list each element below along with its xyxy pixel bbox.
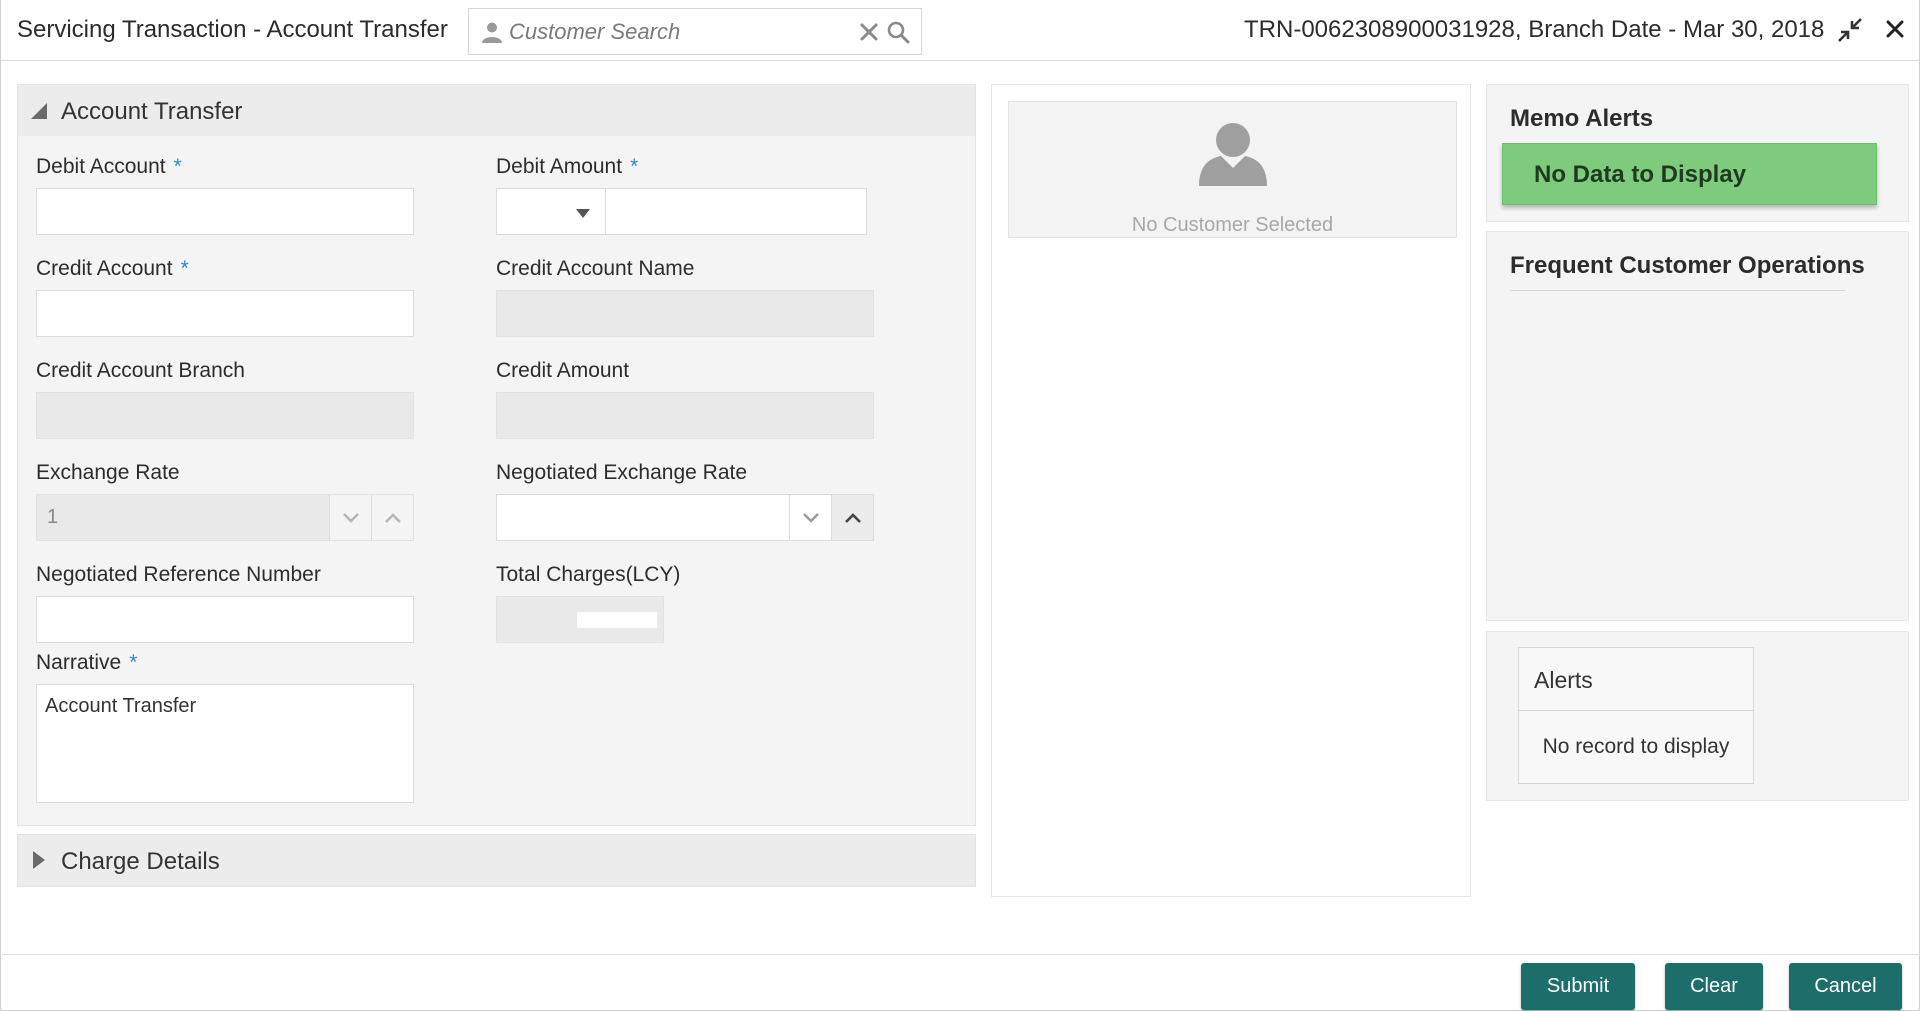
customer-avatar-icon <box>1199 123 1267 186</box>
customer-search-input[interactable] <box>509 17 849 47</box>
credit-amount-label: Credit Amount <box>496 359 630 382</box>
debit-account-label: Debit Account * <box>36 155 182 178</box>
alerts-card: Alerts No record to display <box>1518 647 1754 784</box>
clear-button[interactable]: Clear <box>1665 963 1763 1010</box>
page-title: Servicing Transaction - Account Transfer <box>17 16 448 43</box>
required-marker: * <box>180 257 189 280</box>
negotiated-rate-decrement[interactable] <box>789 495 831 540</box>
frequent-operations-panel: Frequent Customer Operations <box>1486 231 1909 621</box>
close-icon[interactable] <box>1886 20 1904 38</box>
negotiated-exchange-rate-label: Negotiated Exchange Rate <box>496 461 748 484</box>
section-title: Account Transfer <box>61 98 243 125</box>
exchange-rate-increment <box>371 495 413 540</box>
alerts-title: Alerts <box>1534 667 1593 693</box>
debit-account-input[interactable] <box>37 189 413 234</box>
credit-account-field[interactable] <box>36 290 414 337</box>
cancel-button[interactable]: Cancel <box>1789 963 1902 1010</box>
divider <box>1519 710 1753 711</box>
debit-account-field[interactable] <box>36 188 414 235</box>
memo-no-data-banner: No Data to Display <box>1502 143 1877 205</box>
memo-alerts-title: Memo Alerts <box>1510 105 1654 132</box>
credit-account-name-field <box>496 290 874 337</box>
debit-amount-label: Debit Amount * <box>496 155 639 178</box>
search-icon[interactable] <box>886 20 910 44</box>
narrative-label: Narrative * <box>36 651 138 674</box>
chevron-up-icon <box>844 512 861 523</box>
expand-triangle-icon[interactable] <box>33 851 45 869</box>
submit-button[interactable]: Submit <box>1521 963 1635 1010</box>
exchange-rate-label: Exchange Rate <box>36 461 180 484</box>
credit-account-branch-label: Credit Account Branch <box>36 359 245 382</box>
total-charges-field <box>496 596 664 643</box>
negotiated-reference-number-label: Negotiated Reference Number <box>36 563 321 586</box>
customer-search-box[interactable] <box>468 8 922 55</box>
alerts-panel: Alerts No record to display <box>1486 631 1909 801</box>
credit-account-input[interactable] <box>37 291 413 336</box>
exchange-rate-field <box>36 494 414 541</box>
customer-card: No Customer Selected <box>1008 101 1457 238</box>
required-marker: * <box>129 651 138 674</box>
charge-details-title: Charge Details <box>61 848 220 875</box>
credit-amount-input <box>497 393 873 438</box>
total-charges-label: Total Charges(LCY) <box>496 563 681 586</box>
chevron-up-icon <box>384 512 401 523</box>
debit-amount-field[interactable] <box>605 188 867 235</box>
credit-account-branch-input <box>37 393 413 438</box>
header-bar: Servicing Transaction - Account Transfer… <box>1 0 1920 61</box>
credit-amount-field <box>496 392 874 439</box>
chevron-down-icon <box>802 512 819 523</box>
debit-amount-input[interactable] <box>606 189 866 234</box>
required-marker: * <box>630 155 639 178</box>
negotiated-reference-number-field[interactable] <box>36 596 414 643</box>
customer-panel: No Customer Selected <box>991 84 1471 897</box>
credit-account-name-label: Credit Account Name <box>496 257 695 280</box>
memo-alerts-panel: Memo Alerts No Data to Display <box>1486 84 1909 222</box>
minimize-icon[interactable] <box>1837 17 1863 43</box>
frequent-operations-title: Frequent Customer Operations <box>1510 252 1865 279</box>
no-customer-text: No Customer Selected <box>1131 214 1334 236</box>
negotiated-reference-number-input[interactable] <box>37 597 413 642</box>
clear-search-icon[interactable] <box>859 22 879 42</box>
alerts-empty-text: No record to display <box>1542 735 1730 758</box>
negotiated-exchange-rate-field[interactable] <box>496 494 874 541</box>
divider <box>1510 290 1845 291</box>
collapse-triangle-icon[interactable] <box>31 103 47 119</box>
currency-select[interactable] <box>496 188 606 235</box>
credit-account-label: Credit Account * <box>36 257 189 280</box>
account-transfer-panel: Account Transfer Debit Account * Debit Am… <box>17 84 976 826</box>
person-icon <box>482 22 502 43</box>
credit-account-branch-field <box>36 392 414 439</box>
charge-details-header[interactable]: Charge Details <box>17 834 976 887</box>
narrative-textarea[interactable] <box>36 684 414 803</box>
footer-divider <box>2 954 1920 955</box>
negotiated-exchange-rate-input[interactable] <box>497 495 787 540</box>
app-window: Servicing Transaction - Account Transfer… <box>0 0 1920 1011</box>
exchange-rate-input <box>37 495 327 540</box>
account-transfer-header[interactable]: Account Transfer <box>18 85 975 136</box>
negotiated-rate-increment[interactable] <box>831 495 873 540</box>
exchange-rate-decrement <box>329 495 371 540</box>
transaction-info: TRN-0062308900031928, Branch Date - Mar … <box>1244 16 1825 43</box>
chevron-down-icon <box>342 512 359 523</box>
credit-account-name-input <box>497 291 873 336</box>
required-marker: * <box>173 155 182 178</box>
chevron-down-icon[interactable] <box>576 209 590 218</box>
total-charges-value-mask <box>577 612 657 628</box>
